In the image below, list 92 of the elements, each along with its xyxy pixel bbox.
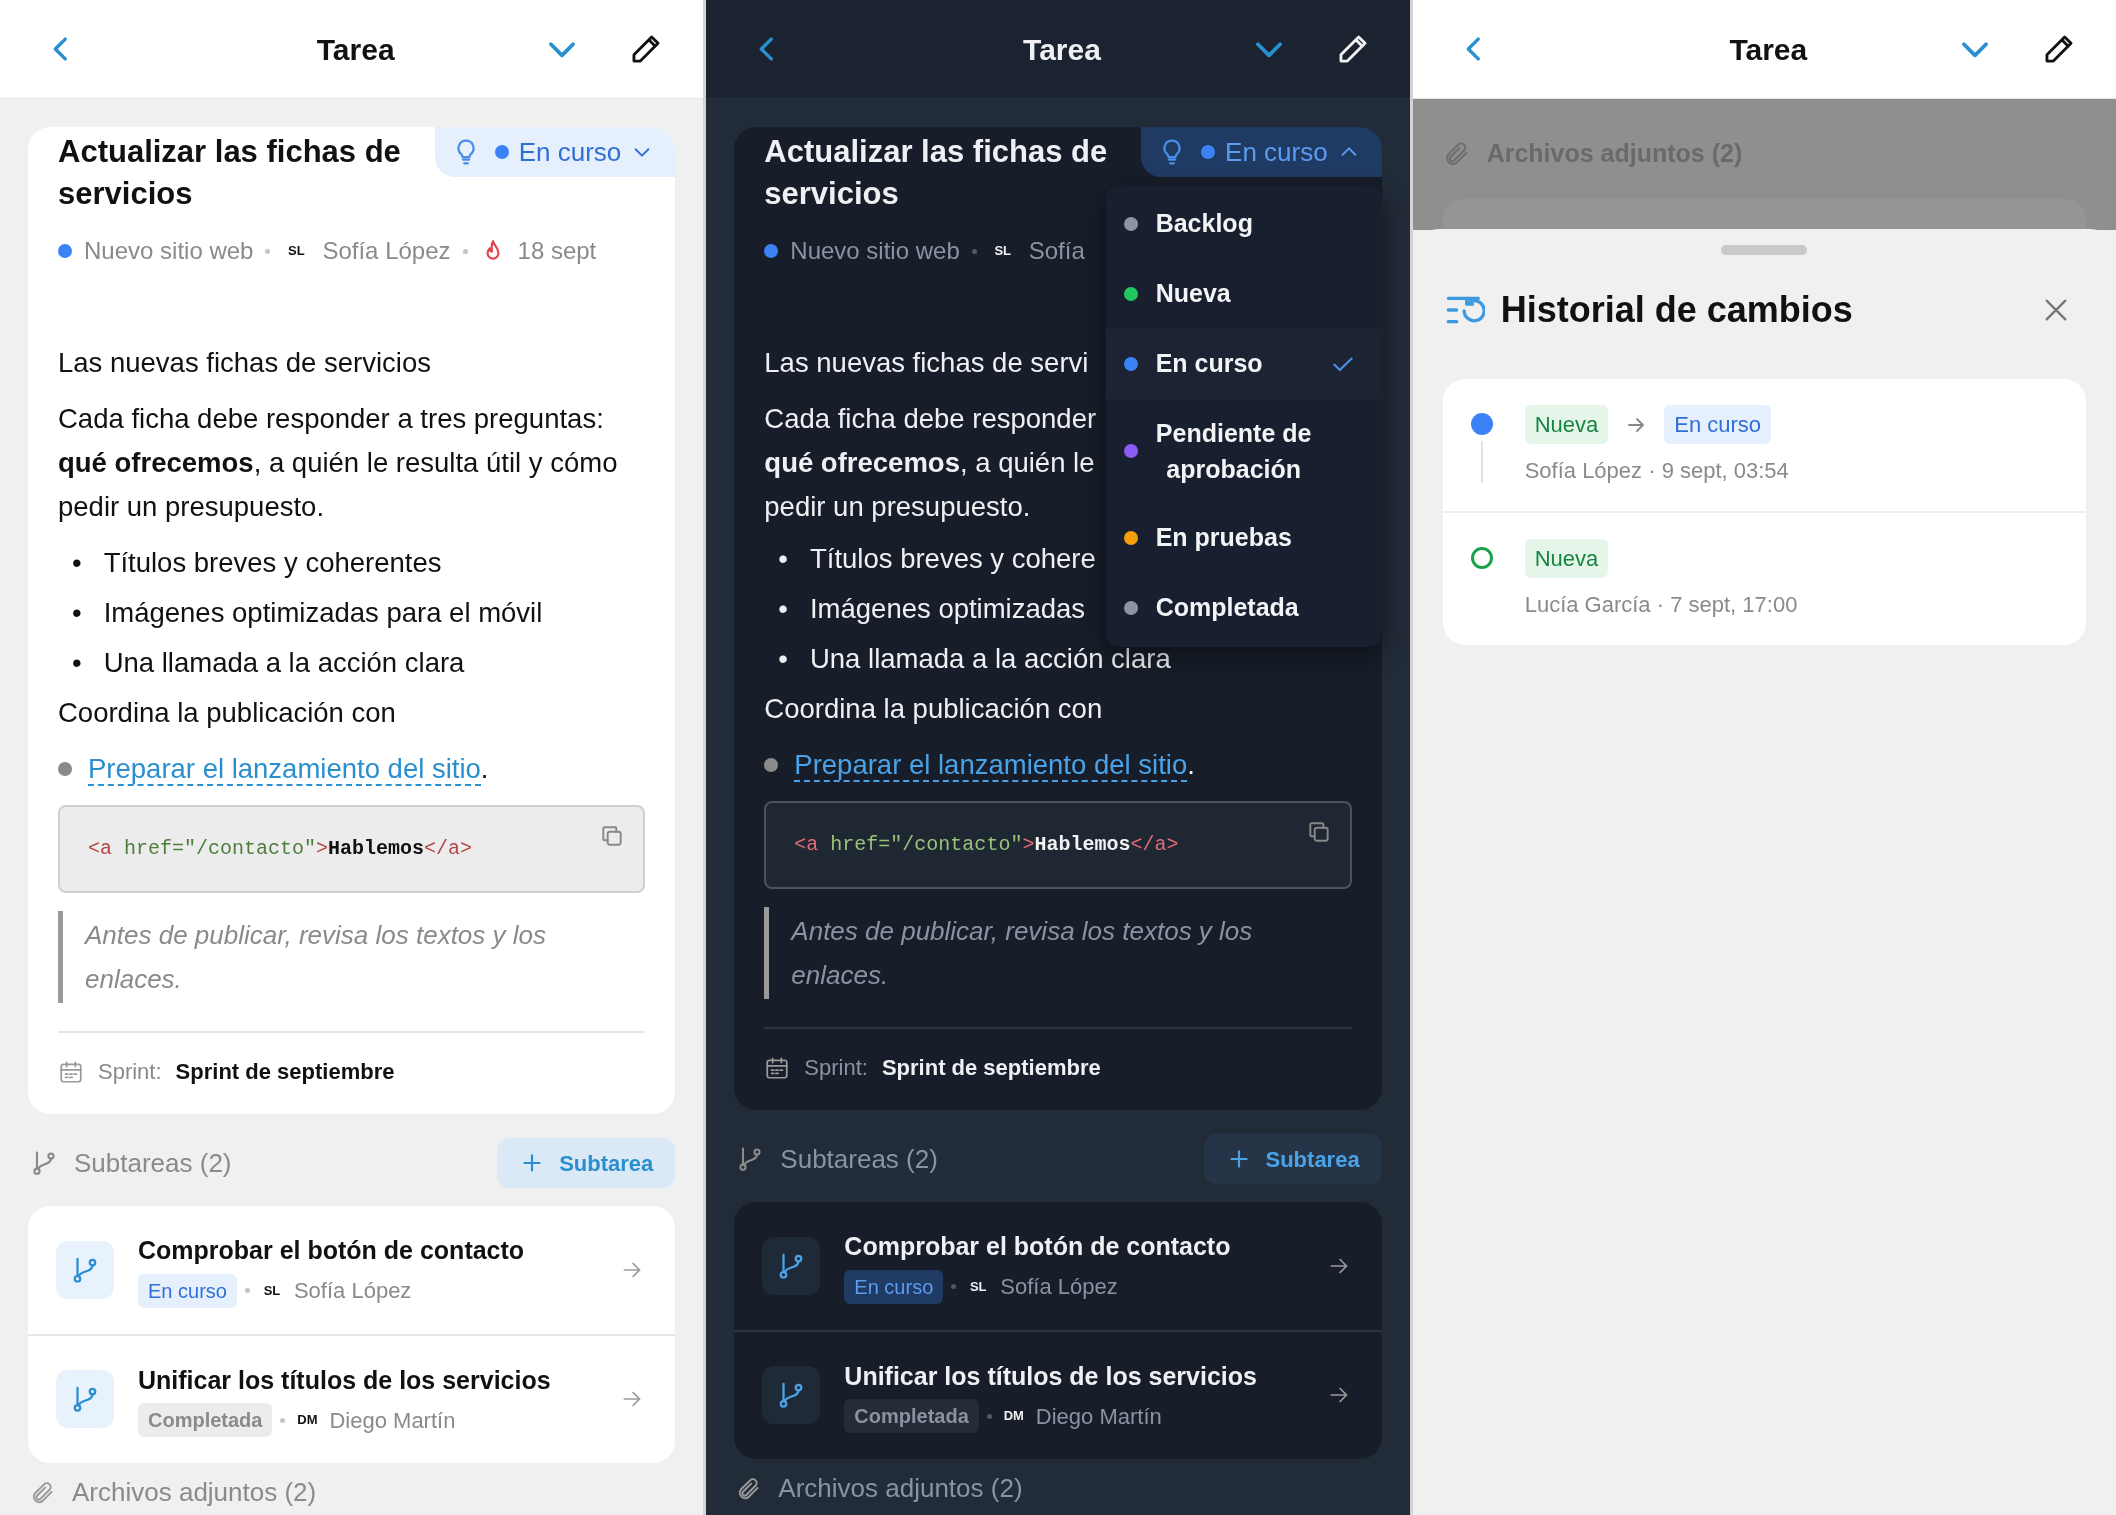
sprint-label: Sprint: (804, 1054, 868, 1082)
calendar-icon (764, 1054, 791, 1081)
branch-icon (762, 1236, 821, 1295)
link-line: Preparar el lanzamiento del sitio. (88, 752, 489, 788)
status-tag: En curso (138, 1273, 237, 1308)
status-dropdown[interactable]: En curso (1201, 132, 1360, 172)
subtask-title: Unificar los títulos de los servicios (138, 1364, 552, 1396)
assignee-name: Sofía López (322, 236, 451, 266)
separator-dot (951, 1284, 957, 1289)
task-title: Actualizar las fichas de servicios (57, 133, 402, 213)
sprint-label: Sprint: (98, 1058, 162, 1086)
branch-icon (762, 1366, 821, 1425)
status-tag: Nueva (1524, 539, 1609, 578)
subtask-row[interactable]: Comprobar el botón de contacto En curso SL Sofía López (28, 1206, 676, 1334)
bullet-marker: • (778, 592, 788, 626)
sprint-value: Sprint de septiembre (881, 1054, 1101, 1082)
branch-icon (30, 1149, 58, 1177)
text-line: Cada ficha debe responder (764, 402, 1097, 436)
status-tag: Completada (138, 1403, 273, 1437)
separator-dot (280, 1417, 286, 1423)
separator-dot (244, 1288, 250, 1293)
code-line: <a href="/contacto">Hablemos</a> (88, 836, 473, 862)
separator-dot (971, 248, 977, 254)
bullet-marker: • (72, 646, 82, 680)
assignee-name: Sofía López (293, 1277, 412, 1305)
bullet-item: Una llamada a la acción clara (809, 642, 1171, 676)
entry-meta: Sofía López · 9 sept, 03:54 (1524, 457, 1789, 485)
status-dropdown[interactable]: En curso (494, 132, 654, 172)
status-tag: Completada (844, 1399, 979, 1433)
link-line: Preparar el lanzamiento del sitio. (794, 748, 1195, 784)
paragraph: Coordina la publicación con (764, 692, 1103, 726)
task-link[interactable]: Preparar el lanzamiento del sitio (88, 753, 481, 786)
bullet-marker: • (72, 596, 82, 630)
sprint-value: Sprint de septiembre (175, 1058, 395, 1086)
separator-dot (462, 248, 468, 254)
branch-icon (56, 1240, 114, 1299)
add-subtask-button[interactable]: Subtarea (1203, 1134, 1382, 1184)
code-line: <a href="/contacto">Hablemos</a> (794, 832, 1179, 858)
bullet-item: Títulos breves y cohere (809, 542, 1096, 576)
subtask-row[interactable]: Comprobar el botón de contacto En curso SL Sofía López (734, 1202, 1382, 1330)
bullet-dot (764, 758, 779, 772)
screen-title: Tarea (315, 31, 396, 68)
bullet-marker: • (778, 642, 788, 676)
assignee-name: Sofía (1028, 236, 1085, 266)
paragraph: Las nuevas fichas de servicios (58, 346, 432, 380)
bullet-item: Títulos breves y coherentes (103, 546, 442, 580)
due-date: 18 sept (517, 236, 597, 266)
subtask-row[interactable]: Unificar los títulos de los servicios Completada DM Diego Martín (28, 1333, 676, 1463)
quote-text: Antes de publicar, revisa los textos y los enlaces. (764, 907, 1352, 999)
bullet-item: Imágenes optimizadas (809, 592, 1086, 626)
text-line: pedir un presupuesto. (764, 490, 1031, 524)
project-name: Nuevo sitio web (84, 236, 254, 266)
status-tag: En curso (844, 1269, 944, 1304)
task-link[interactable]: Preparar el lanzamiento del sitio (794, 749, 1188, 782)
drag-handle[interactable] (1721, 245, 1808, 255)
bullet-marker: • (778, 542, 788, 576)
section-title: Subtareas (2) (780, 1142, 938, 1176)
menu-item[interactable]: En pruebas (1105, 503, 1382, 573)
screen-title: Tarea (1022, 31, 1102, 68)
project-name: Nuevo sitio web (790, 236, 960, 266)
separator-dot (265, 248, 271, 254)
subtask-title: Comprobar el botón de contacto (844, 1231, 1232, 1262)
section-title: Subtareas (2) (74, 1146, 232, 1180)
calendar-icon (58, 1058, 84, 1085)
screen-title: Tarea (1728, 31, 1809, 68)
assignee-name: Diego Martín (329, 1406, 456, 1435)
paragraph: Cada ficha debe responder a tres preguntas: qué ofrecemos, a quién le resulta útil y cómo pedir un presupuesto. (58, 402, 619, 524)
bullet-dot (58, 762, 72, 776)
paragraph: Coordina la publicación con (58, 696, 397, 730)
assignee-name: Sofía López (1000, 1273, 1118, 1301)
status-tag: Nueva (1524, 405, 1609, 444)
menu-item[interactable]: Nueva (1105, 259, 1382, 329)
subtask-title: Unificar los títulos de los servicios (844, 1360, 1258, 1392)
menu-item[interactable]: Pendiente de aprobación (1105, 399, 1382, 503)
paragraph: Las nuevas fichas de servi (764, 346, 1089, 380)
status-tag: En curso (1664, 405, 1772, 444)
text-line: qué ofrecemos, a quién le (764, 446, 1095, 480)
entry-meta: Lucía García · 7 sept, 17:00 (1524, 591, 1798, 619)
separator-dot (986, 1413, 992, 1419)
subtask-row[interactable]: Unificar los títulos de los servicios Completada DM Diego Martín (734, 1329, 1382, 1459)
section-title: Archivos adjuntos (2) (72, 1476, 317, 1509)
bullet-item: Imágenes optimizadas para el móvil (103, 596, 543, 630)
assignee-name: Diego Martín (1035, 1402, 1162, 1431)
bullet-marker: • (72, 546, 82, 580)
branch-icon (56, 1370, 114, 1429)
menu-item[interactable]: Completada (1105, 573, 1382, 643)
menu-item[interactable]: En curso (1105, 329, 1382, 399)
subtask-title: Comprobar el botón de contacto (138, 1235, 526, 1266)
section-title: Archivos adjuntos (2) (778, 1472, 1023, 1505)
bullet-item: Una llamada a la acción clara (103, 646, 465, 680)
sheet-title: Historial de cambios (1500, 288, 1854, 332)
quote-text: Antes de publicar, revisa los textos y los enlaces. (58, 911, 646, 1003)
